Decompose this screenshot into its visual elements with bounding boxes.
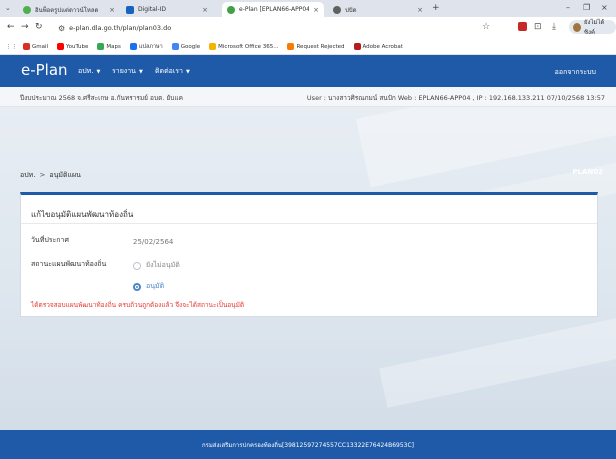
tab-close-icon[interactable]: × [417,6,423,14]
app-logo[interactable]: e-Plan [21,61,68,79]
bookmark-label: YouTube [66,43,89,50]
bookmark-label: Adobe Acrobat [362,43,403,50]
maximize-icon[interactable]: ❐ [583,3,590,12]
bookmark-request-rejected[interactable]: Request Rejected [287,43,345,50]
browser-tab-active[interactable]: e-Plan [EPLAN66-APP04] × [222,2,324,17]
browser-tab-2[interactable]: Digital-ID × [121,2,213,17]
reload-icon[interactable]: ↻ [35,22,43,32]
close-window-icon[interactable]: × [601,3,608,12]
caret-down-icon: ▼ [96,68,101,75]
radio-approved[interactable]: อนุมัติ [133,281,164,292]
tab-search-icon[interactable]: ⌄ [5,4,11,12]
new-tab-icon[interactable]: + [432,3,440,13]
menu-contact[interactable]: ติดต่อเรา ▼ [155,66,190,77]
tab-label: Digital-ID [138,6,167,13]
bookmark-google[interactable]: Google [171,43,201,50]
date-label: วันที่ประกาศ [31,236,69,244]
app-footer: กรมส่งเสริมการปกครองท้องถิ่น[39812597274… [0,430,616,459]
background-decoration [379,306,616,408]
bookmark-label: Google [180,43,201,50]
tab-favicon-icon [23,5,31,14]
site-info-icon[interactable]: ⚙ [58,24,65,33]
tab-label: e-Plan [EPLAN66-APP04] [239,6,310,13]
fiscal-year-info: ปีงบประมาณ 2568 จ.ศรีสะเกษ อ.กันทรารมย์ … [20,94,183,102]
youtube-icon [57,43,65,50]
forward-icon[interactable]: → [21,22,29,32]
bookmark-label: Maps [106,43,121,50]
browser-tab-1[interactable]: อินพ็อตรูปแต่ดาวน์โหลด × [18,2,120,17]
acrobat-icon [353,43,361,50]
maps-icon [97,43,105,50]
bookmark-acrobat[interactable]: Adobe Acrobat [353,43,403,50]
bookmark-gmail[interactable]: Gmail [23,43,48,50]
logout-link[interactable]: ออกจากระบบ [555,67,596,78]
menu-org[interactable]: อปท. ▼ [78,66,100,77]
menu-label: รายงาน [112,67,136,75]
google-icon [171,43,179,50]
user-info-bar: ปีงบประมาณ 2568 จ.ศรีสะเกษ อ.กันทรารมย์ … [0,87,616,107]
bookmark-office[interactable]: Microsoft Office 365... [209,43,278,50]
office-icon [209,43,217,50]
tab-label: ปปัด [345,6,357,14]
browser-tab-bar: ⌄ อินพ็อตรูปแต่ดาวน์โหลด × Digital-ID × … [0,0,616,17]
divider [21,223,597,224]
browser-tab-4[interactable]: ปปัด × [328,2,428,17]
bookmark-maps[interactable]: Maps [97,43,121,50]
breadcrumb-separator: > [39,171,46,179]
extensions-icon[interactable]: ⊡ [534,22,542,32]
bookmarks-bar: ⋮⋮ Gmail YouTube Maps แปลภาษา Google Mic… [0,39,616,55]
tab-favicon-icon [333,5,341,14]
breadcrumb: อปท. > อนุมัติแผน [20,170,81,181]
bookmark-label: Microsoft Office 365... [218,43,279,50]
gmail-icon [23,43,30,50]
download-icon[interactable]: ⤓ [552,22,556,32]
url-text: e-plan.dla.go.th/plan/plan03.do [69,24,172,32]
tab-close-icon[interactable]: × [109,6,115,14]
tab-label: อินพ็อตรูปแต่ดาวน์โหลด [35,6,99,14]
date-value: 25/02/2564 [133,238,174,246]
menu-label: ติดต่อเรา [155,67,183,75]
footer-text: กรมส่งเสริมการปกครองท้องถิ่น[39812597274… [202,442,414,449]
bookmark-translate[interactable]: แปลภาษา [129,43,163,51]
menu-label: อปท. [78,67,94,75]
translate-icon [129,43,137,50]
status-label: สถานะแผนพัฒนาท้องถิ่น [31,260,107,268]
session-info: User : นางสาวศิรณภมน์ สนปัก Web : EPLAN6… [306,94,605,102]
apps-grid-icon[interactable]: ⋮⋮ [6,44,17,50]
panel-title: แก้ไขอนุมัติแผนพัฒนาท้องถิ่น [31,210,134,219]
menu-report[interactable]: รายงาน ▼ [112,66,143,77]
radio-label: ยังไม่อนุมัติ [146,261,180,269]
breadcrumb-current: อนุมัติแผน [49,171,81,179]
bookmark-label: Gmail [32,43,49,50]
profile-label: ยังไม่ได้ซิงค์ [584,19,605,36]
approval-notice: ได้ตรวจสอบแผนพัฒนาท้องถิ่น ครบถ้วนถูกต้อ… [31,301,245,309]
page-code: PLAN02 [572,168,603,176]
avatar [573,22,582,32]
caret-down-icon: ▼ [138,68,143,75]
approve-plan-panel: แก้ไขอนุมัติแผนพัฒนาท้องถิ่น วันที่ประกา… [20,192,598,317]
pdf-extension-icon[interactable] [518,22,527,31]
radio-checked-icon[interactable] [133,282,141,291]
tab-favicon-icon [227,5,235,14]
tab-favicon-icon [126,5,134,14]
radio-label: อนุมัติ [146,282,165,290]
profile-button[interactable]: ยังไม่ได้ซิงค์ [569,19,616,36]
warning-icon [287,43,295,50]
bookmark-label: Request Rejected [296,43,345,50]
app-header: e-Plan อปท. ▼ รายงาน ▼ ติดต่อเรา ▼ ออกจากระ… [0,55,616,87]
caret-down-icon: ▼ [185,68,190,75]
tab-close-icon[interactable]: × [202,6,208,14]
breadcrumb-root[interactable]: อปท. [20,171,36,179]
radio-not-approved[interactable]: ยังไม่อนุมัติ [133,260,180,271]
back-icon[interactable]: ← [7,22,15,32]
bookmark-star-icon[interactable]: ☆ [482,22,490,32]
bookmark-youtube[interactable]: YouTube [57,43,88,50]
url-field[interactable]: ⚙ e-plan.dla.go.th/plan/plan03.do [52,20,422,36]
minimize-icon[interactable]: – [566,3,570,12]
tab-close-icon[interactable]: × [313,6,319,14]
radio-circle-icon[interactable] [133,261,141,270]
bookmark-label: แปลภาษา [138,43,163,50]
